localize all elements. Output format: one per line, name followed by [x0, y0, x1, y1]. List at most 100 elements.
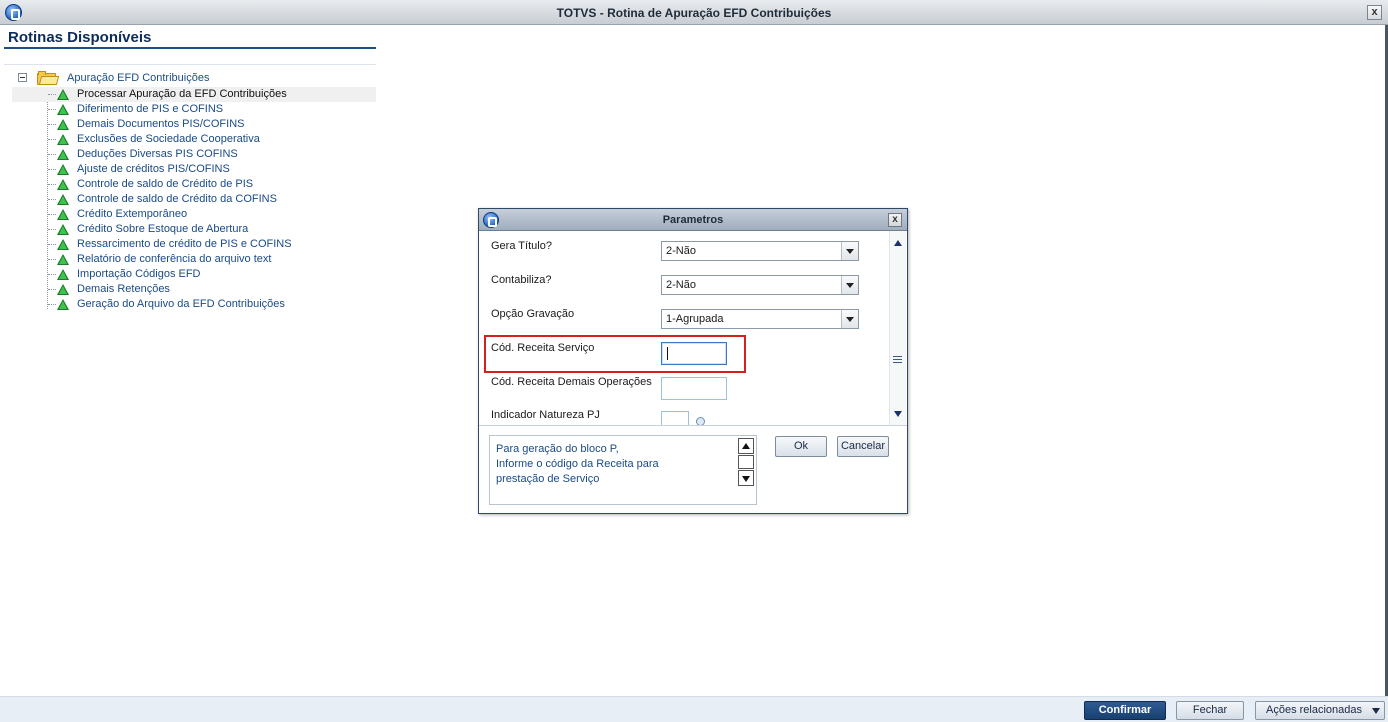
tree-item-label: Controle de saldo de Crédito de PIS: [77, 178, 254, 190]
cod-receita-demais-input[interactable]: [661, 377, 727, 400]
tree-item-credito-extemporaneo[interactable]: Crédito Extemporâneo: [12, 207, 376, 222]
window-title: TOTVS - Rotina de Apuração EFD Contribui…: [556, 6, 832, 20]
help-text: Para geração do bloco P, Informe o códig…: [496, 442, 736, 487]
tree-item-demais-documentos[interactable]: Demais Documentos PIS/COFINS: [12, 117, 376, 132]
opcao-gravacao-value: 1-Agrupada: [666, 313, 724, 325]
green-triangle-icon: [57, 284, 69, 295]
tree-item-ajuste-creditos[interactable]: Ajuste de créditos PIS/COFINS: [12, 162, 376, 177]
tree-item-label: Processar Apuração da EFD Contribuições: [77, 88, 287, 100]
parametros-dialog: Parametros x Gera Título? 2-Não Contabil…: [478, 208, 908, 514]
routine-tree: Apuração EFD Contribuições Processar Apu…: [12, 70, 376, 312]
folder-open-icon: [37, 71, 60, 85]
parameters-form: Gera Título? 2-Não Contabiliza? 2-Não Op…: [479, 231, 889, 425]
tree-item-importacao[interactable]: Importação Códigos EFD: [12, 267, 376, 282]
tree-item-exclusoes[interactable]: Exclusões de Sociedade Cooperativa: [12, 132, 376, 147]
scroll-up-icon[interactable]: [894, 240, 902, 246]
tree-item-relatorio[interactable]: Relatório de conferência do arquivo text: [12, 252, 376, 267]
green-triangle-icon: [57, 224, 69, 235]
green-triangle-icon: [57, 149, 69, 160]
help-line: Informe o código da Receita para: [496, 458, 659, 470]
gera-titulo-select[interactable]: 2-Não: [661, 241, 859, 261]
dialog-divider: [479, 425, 907, 426]
green-triangle-icon: [57, 194, 69, 205]
dialog-close-button[interactable]: x: [888, 213, 902, 227]
tree-root-node[interactable]: Apuração EFD Contribuições: [12, 70, 376, 87]
help-line: prestação de Serviço: [496, 473, 600, 485]
tree-item-controle-cofins[interactable]: Controle de saldo de Crédito da COFINS: [12, 192, 376, 207]
contabiliza-select[interactable]: 2-Não: [661, 275, 859, 295]
indicador-natureza-input[interactable]: [661, 411, 689, 425]
scroll-thumb[interactable]: [738, 455, 754, 469]
footer-bar: Confirmar Fechar Ações relacionadas: [0, 696, 1388, 722]
green-triangle-icon: [57, 239, 69, 250]
tree-item-diferimento[interactable]: Diferimento de PIS e COFINS: [12, 102, 376, 117]
dialog-titlebar[interactable]: Parametros x: [479, 209, 907, 231]
green-triangle-icon: [57, 209, 69, 220]
indicador-natureza-label: Indicador Natureza PJ: [491, 409, 600, 421]
tree-item-label: Controle de saldo de Crédito da COFINS: [77, 193, 277, 205]
tree-item-deducoes[interactable]: Deduções Diversas PIS COFINS: [12, 147, 376, 162]
tree-item-ressarcimento[interactable]: Ressarcimento de crédito de PIS e COFINS: [12, 237, 376, 252]
dialog-title: Parametros: [662, 214, 724, 226]
green-triangle-icon: [57, 254, 69, 265]
confirm-button[interactable]: Confirmar: [1084, 701, 1166, 720]
close-button[interactable]: Fechar: [1176, 701, 1244, 720]
green-triangle-icon: [57, 269, 69, 280]
scroll-thumb[interactable]: [893, 356, 902, 363]
tree-item-label: Demais Retenções: [77, 283, 170, 295]
green-triangle-icon: [57, 134, 69, 145]
cancel-button[interactable]: Cancelar: [837, 436, 889, 457]
tree-item-geracao-arquivo[interactable]: Geração do Arquivo da EFD Contribuições: [12, 297, 376, 312]
panel-title: Rotinas Disponíveis: [8, 29, 152, 46]
text-caret: [667, 347, 668, 360]
tree-item-label: Demais Documentos PIS/COFINS: [77, 118, 245, 130]
green-triangle-icon: [57, 179, 69, 190]
tree-item-processar-apuracao[interactable]: Processar Apuração da EFD Contribuições: [12, 87, 376, 102]
tree-item-label: Diferimento de PIS e COFINS: [77, 103, 224, 115]
tree-item-credito-estoque[interactable]: Crédito Sobre Estoque de Abertura: [12, 222, 376, 237]
tree-item-label: Relatório de conferência do arquivo text: [77, 253, 272, 265]
scroll-down-icon[interactable]: [738, 470, 754, 486]
gera-titulo-label: Gera Título?: [491, 240, 552, 252]
parameters-scrollbar[interactable]: [889, 231, 906, 425]
green-triangle-icon: [57, 299, 69, 310]
cod-receita-servico-label: Cód. Receita Serviço: [491, 342, 595, 354]
window-close-button[interactable]: x: [1367, 5, 1382, 20]
tree-item-label: Exclusões de Sociedade Cooperativa: [77, 133, 260, 145]
chevron-down-icon: [1372, 708, 1380, 714]
green-triangle-icon: [57, 89, 69, 100]
help-scrollbar[interactable]: [738, 438, 754, 502]
contabiliza-label: Contabiliza?: [491, 274, 552, 286]
window-titlebar: TOTVS - Rotina de Apuração EFD Contribui…: [0, 0, 1388, 25]
tree-item-label: Ajuste de créditos PIS/COFINS: [77, 163, 230, 175]
panel-divider: [4, 64, 376, 65]
gera-titulo-value: 2-Não: [666, 245, 696, 257]
tree-item-label: Deduções Diversas PIS COFINS: [77, 148, 238, 160]
chevron-down-icon[interactable]: [841, 242, 858, 260]
tree-item-demais-retencoes[interactable]: Demais Retenções: [12, 282, 376, 297]
tree-root-label: Apuração EFD Contribuições: [67, 72, 210, 84]
ok-button[interactable]: Ok: [775, 436, 827, 457]
tree-item-label: Importação Códigos EFD: [77, 268, 201, 280]
cod-receita-demais-label: Cód. Receita Demais Operações: [491, 376, 652, 388]
lookup-icon[interactable]: [696, 417, 705, 425]
tree-item-controle-pis[interactable]: Controle de saldo de Crédito de PIS: [12, 177, 376, 192]
tree-item-label: Crédito Sobre Estoque de Abertura: [77, 223, 249, 235]
related-actions-button[interactable]: Ações relacionadas: [1255, 701, 1385, 720]
green-triangle-icon: [57, 104, 69, 115]
contabiliza-value: 2-Não: [666, 279, 696, 291]
scroll-up-icon[interactable]: [738, 438, 754, 454]
chevron-down-icon[interactable]: [841, 310, 858, 328]
related-actions-label: Ações relacionadas: [1266, 704, 1363, 716]
chevron-down-icon[interactable]: [841, 276, 858, 294]
collapse-icon[interactable]: [18, 73, 27, 82]
green-triangle-icon: [57, 164, 69, 175]
scroll-down-icon[interactable]: [894, 411, 902, 417]
cod-receita-servico-input[interactable]: [661, 342, 727, 365]
tree-item-label: Crédito Extemporâneo: [77, 208, 188, 220]
panel-title-underline: [4, 47, 376, 49]
opcao-gravacao-label: Opção Gravação: [491, 308, 575, 320]
help-line: Para geração do bloco P,: [496, 443, 619, 455]
opcao-gravacao-select[interactable]: 1-Agrupada: [661, 309, 859, 329]
tree-item-label: Geração do Arquivo da EFD Contribuições: [77, 298, 285, 310]
